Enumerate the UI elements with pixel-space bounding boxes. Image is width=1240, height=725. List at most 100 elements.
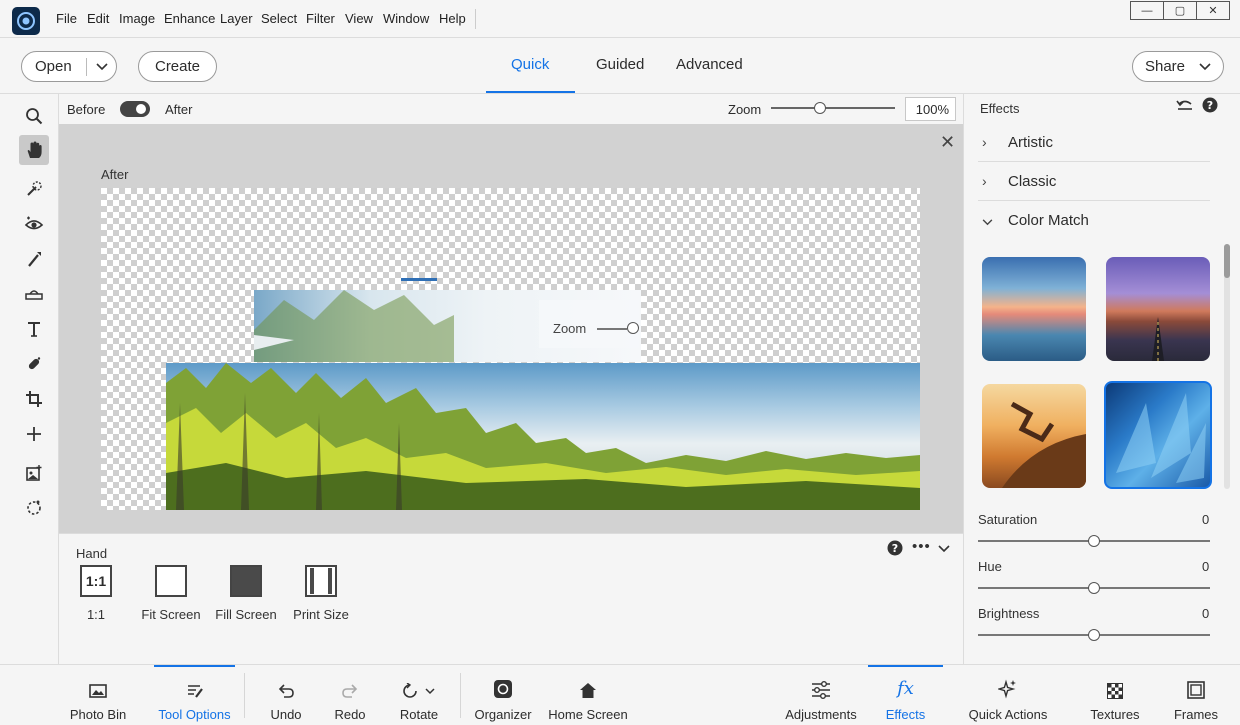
rotate-label: Rotate xyxy=(399,707,439,722)
menu-file[interactable]: File xyxy=(56,11,77,26)
zoom-tool-icon[interactable] xyxy=(19,101,49,131)
crop-tool-icon[interactable] xyxy=(19,384,49,414)
chevron-right-icon: › xyxy=(982,173,987,189)
effects-help-icon[interactable]: ? xyxy=(1202,97,1218,116)
reset-icon[interactable] xyxy=(1176,98,1194,117)
textures-button[interactable]: Textures xyxy=(1086,665,1144,725)
menu-enhance[interactable]: Enhance xyxy=(164,11,215,26)
menu-window[interactable]: Window xyxy=(383,11,429,26)
color-match-thumb-skater[interactable] xyxy=(982,384,1086,488)
maximize-icon[interactable]: ▢ xyxy=(1164,2,1197,19)
tab-quick[interactable]: Quick xyxy=(511,56,549,73)
menu-layer[interactable]: Layer xyxy=(220,11,253,26)
close-window-icon[interactable]: ✕ xyxy=(1197,2,1229,19)
quick-selection-tool-icon[interactable] xyxy=(19,174,49,204)
lasso-tool-icon[interactable] xyxy=(19,493,49,523)
create-button[interactable]: Create xyxy=(138,51,217,82)
zoom-slider-track[interactable] xyxy=(771,107,895,109)
quick-actions-button[interactable]: Quick Actions xyxy=(966,665,1050,725)
help-icon[interactable]: ? xyxy=(887,540,903,559)
view-bar: Before After Zoom 100% xyxy=(59,94,963,124)
menu-view[interactable]: View xyxy=(345,11,373,26)
spot-healing-tool-icon[interactable] xyxy=(19,349,49,379)
section-artistic[interactable]: › Artistic xyxy=(978,123,1210,162)
hue-slider-knob[interactable] xyxy=(1088,582,1100,594)
tab-guided[interactable]: Guided xyxy=(596,56,644,73)
zoom-slider-knob[interactable] xyxy=(814,102,826,114)
section-artistic-label: Artistic xyxy=(1008,133,1053,151)
after-label: After xyxy=(165,102,193,117)
section-color-match[interactable]: Color Match xyxy=(978,201,1210,240)
close-icon[interactable]: ✕ xyxy=(940,132,955,153)
hand-tool-icon[interactable] xyxy=(19,135,49,165)
tool-name-label: Hand xyxy=(76,546,108,561)
frames-label: Frames xyxy=(1173,707,1219,722)
type-tool-icon[interactable] xyxy=(19,314,49,344)
redo-button[interactable]: Redo xyxy=(326,665,374,725)
color-match-thumb-feathers-selected[interactable] xyxy=(1104,381,1212,489)
menu-help[interactable]: Help xyxy=(439,11,466,26)
frames-button[interactable]: Frames xyxy=(1168,665,1224,725)
redo-label: Redo xyxy=(334,707,366,722)
adjustments-button[interactable]: Adjustments xyxy=(783,665,859,725)
chevron-down-icon xyxy=(1199,62,1211,70)
effects-scrollbar[interactable] xyxy=(1224,244,1230,489)
share-button[interactable]: Share xyxy=(1132,51,1224,82)
effects-scroll-thumb[interactable] xyxy=(1224,244,1230,278)
chevron-down-icon xyxy=(978,213,1008,229)
red-eye-tool-icon[interactable] xyxy=(19,209,49,239)
collapse-chevron-icon[interactable] xyxy=(938,541,950,556)
straighten-tool-icon[interactable] xyxy=(19,279,49,309)
color-match-thumb-sunset-lake[interactable] xyxy=(982,257,1086,361)
hue-label: Hue xyxy=(978,559,1002,574)
tab-advanced[interactable]: Advanced xyxy=(676,56,743,73)
one-to-one-button[interactable]: 1:1 xyxy=(80,565,112,597)
organizer-button[interactable]: Organizer xyxy=(472,665,534,725)
saturation-value: 0 xyxy=(1202,512,1210,527)
brightness-slider-knob[interactable] xyxy=(1088,629,1100,641)
undo-icon xyxy=(277,665,295,701)
tool-options-button[interactable]: Tool Options xyxy=(154,665,235,725)
minimize-icon[interactable]: — xyxy=(1131,2,1164,19)
more-options-icon[interactable]: ••• xyxy=(912,538,931,555)
color-match-thumb-desert-road[interactable] xyxy=(1106,257,1210,361)
fit-screen-button[interactable] xyxy=(155,565,187,597)
organizer-icon xyxy=(493,665,513,701)
chevron-right-icon: › xyxy=(982,134,987,150)
landscape-photo xyxy=(166,363,920,510)
section-classic[interactable]: › Classic xyxy=(978,162,1210,201)
effects-button[interactable]: fx Effects xyxy=(868,665,943,725)
rotate-button[interactable]: Rotate xyxy=(393,665,445,725)
tool-options-panel: Hand ? ••• 1:1 1:1 Fit Screen Fill Scree… xyxy=(59,533,963,664)
undo-button[interactable]: Undo xyxy=(262,665,310,725)
zoom-value-field[interactable]: 100% xyxy=(905,97,956,121)
image-canvas[interactable]: Zoom xyxy=(101,188,920,510)
textures-icon xyxy=(1107,665,1123,701)
mode-bar: Open Create Quick Guided Advanced Share xyxy=(0,38,1240,94)
fill-screen-button[interactable] xyxy=(230,565,262,597)
whiten-teeth-tool-icon[interactable] xyxy=(19,244,49,274)
fit-screen-label: Fit Screen xyxy=(141,607,201,622)
chevron-down-icon[interactable] xyxy=(86,57,116,76)
move-tool-icon[interactable] xyxy=(19,419,49,449)
menu-image[interactable]: Image xyxy=(119,11,155,26)
home-icon xyxy=(578,665,598,701)
section-classic-label: Classic xyxy=(1008,172,1057,190)
effects-panel: Effects ? › Artistic › Classic Color Mat… xyxy=(963,94,1240,664)
canvas-area[interactable]: ✕ After Zoom xyxy=(59,124,963,533)
svg-text:?: ? xyxy=(892,542,898,555)
sky-fragment: Zoom xyxy=(254,290,641,362)
menu-edit[interactable]: Edit xyxy=(87,11,109,26)
window-controls: — ▢ ✕ xyxy=(1130,1,1230,20)
home-screen-button[interactable]: Home Screen xyxy=(546,665,630,725)
photo-bin-button[interactable]: Photo Bin xyxy=(62,665,134,725)
menu-select[interactable]: Select xyxy=(261,11,297,26)
menu-filter[interactable]: Filter xyxy=(306,11,335,26)
saturation-slider-knob[interactable] xyxy=(1088,535,1100,547)
ui-remnant-line xyxy=(401,278,437,281)
photo-bin-icon xyxy=(89,665,107,701)
content-aware-move-tool-icon[interactable] xyxy=(19,458,49,488)
print-size-button[interactable] xyxy=(305,565,337,597)
open-button[interactable]: Open xyxy=(21,51,117,82)
before-after-toggle[interactable] xyxy=(120,101,150,117)
